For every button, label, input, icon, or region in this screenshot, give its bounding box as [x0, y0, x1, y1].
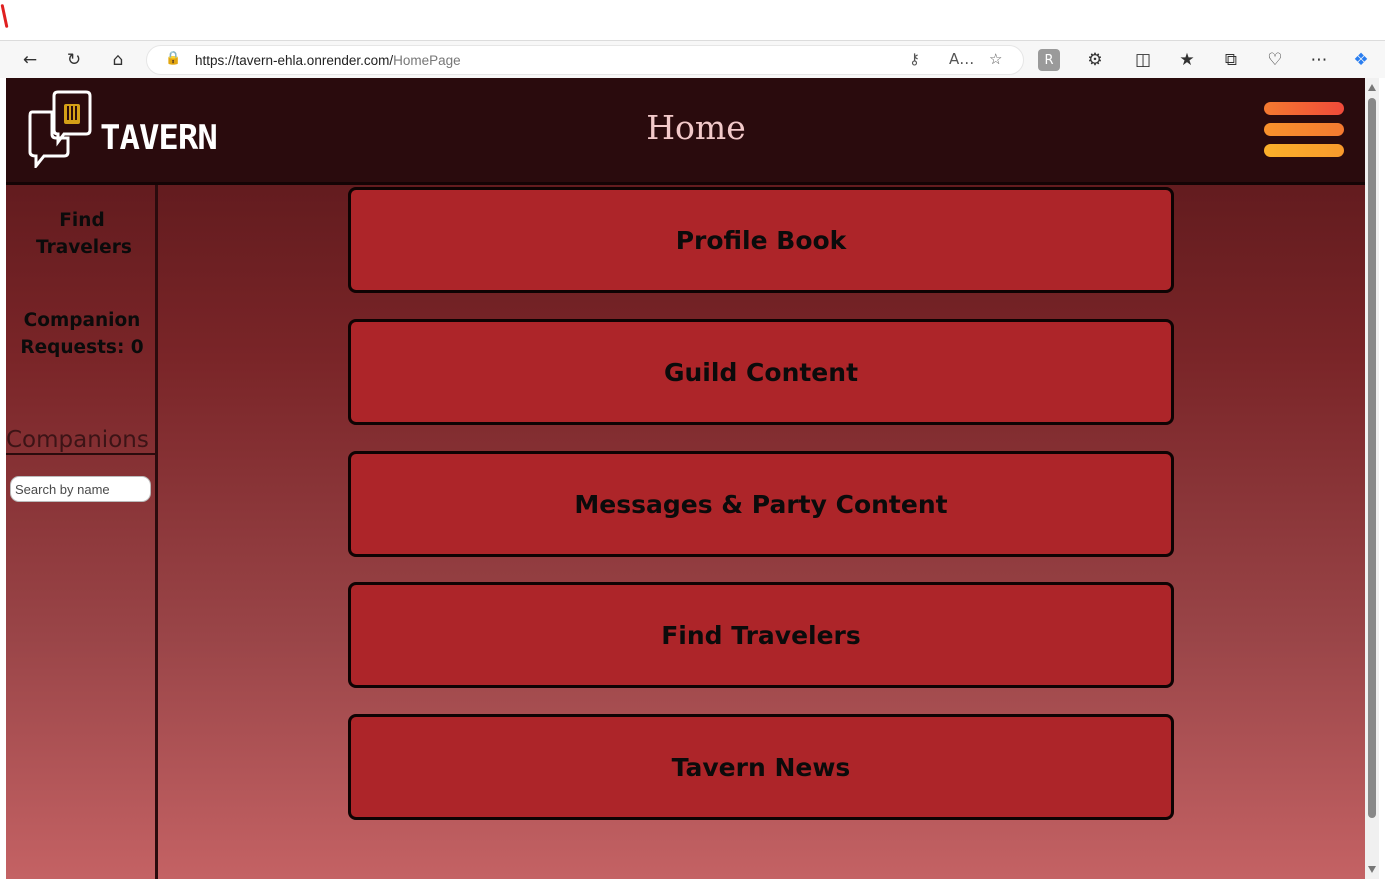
reload-icon[interactable]: ↻	[61, 47, 87, 73]
copilot-icon[interactable]: ❖	[1348, 47, 1374, 73]
favorite-star-icon[interactable]: ☆	[989, 50, 1002, 68]
hamburger-bar-middle	[1264, 123, 1344, 136]
scroll-up-arrow-icon[interactable]	[1368, 84, 1376, 91]
collections-icon[interactable]: ⧉	[1218, 47, 1244, 73]
page-scrollbar[interactable]	[1365, 78, 1379, 879]
more-options-icon[interactable]: ⋯	[1306, 47, 1332, 73]
page-title: Home	[646, 108, 746, 147]
favorites-icon[interactable]: ★	[1174, 47, 1200, 73]
profile-book-button[interactable]: Profile Book	[348, 187, 1174, 293]
hamburger-menu-button[interactable]	[1264, 102, 1346, 158]
page-viewport: TAVERN Home Find Travelers Companion Req…	[6, 78, 1365, 879]
app-header: TAVERN Home	[6, 78, 1365, 185]
companion-search-input[interactable]	[10, 476, 151, 502]
sidebar-companion-requests-link[interactable]: Companion Requests: 0	[6, 307, 158, 361]
url-text: https://tavern-ehla.onrender.com/HomePag…	[195, 53, 461, 68]
companions-divider	[6, 453, 158, 455]
red-pen-mark	[0, 3, 9, 29]
address-bar[interactable]: 🔒 https://tavern-ehla.onrender.com/HomeP…	[146, 45, 1024, 75]
key-icon[interactable]: ⚷	[909, 50, 920, 68]
scroll-down-arrow-icon[interactable]	[1368, 866, 1376, 873]
window-top-strip	[0, 0, 1385, 40]
tavern-news-button[interactable]: Tavern News	[348, 714, 1174, 820]
hamburger-bar-bottom	[1264, 144, 1344, 157]
sidebar: Find Travelers Companion Requests: 0 Com…	[6, 185, 158, 879]
companions-heading: Companions	[6, 427, 149, 453]
browser-essentials-icon[interactable]: ♡	[1262, 47, 1288, 73]
hamburger-bar-top	[1264, 102, 1344, 115]
guild-content-button[interactable]: Guild Content	[348, 319, 1174, 425]
find-travelers-button[interactable]: Find Travelers	[348, 582, 1174, 688]
sidebar-find-travelers-link[interactable]: Find Travelers	[6, 207, 158, 261]
extensions-puzzle-icon[interactable]: ⚙	[1082, 47, 1108, 73]
messages-party-content-button[interactable]: Messages & Party Content	[348, 451, 1174, 557]
home-icon[interactable]: ⌂	[105, 47, 131, 73]
scrollbar-thumb[interactable]	[1368, 98, 1376, 818]
url-host: https://tavern-ehla.onrender.com/	[195, 53, 394, 68]
back-arrow-icon[interactable]: ←	[17, 47, 43, 73]
url-path: HomePage	[393, 53, 461, 68]
read-aloud-icon[interactable]: A…	[949, 50, 974, 68]
extension-r-icon[interactable]: R	[1038, 49, 1060, 71]
lock-icon: 🔒	[165, 51, 182, 66]
browser-toolbar: ← ↻ ⌂ 🔒 https://tavern-ehla.onrender.com…	[0, 40, 1385, 78]
split-screen-icon[interactable]: ◫	[1130, 47, 1156, 73]
